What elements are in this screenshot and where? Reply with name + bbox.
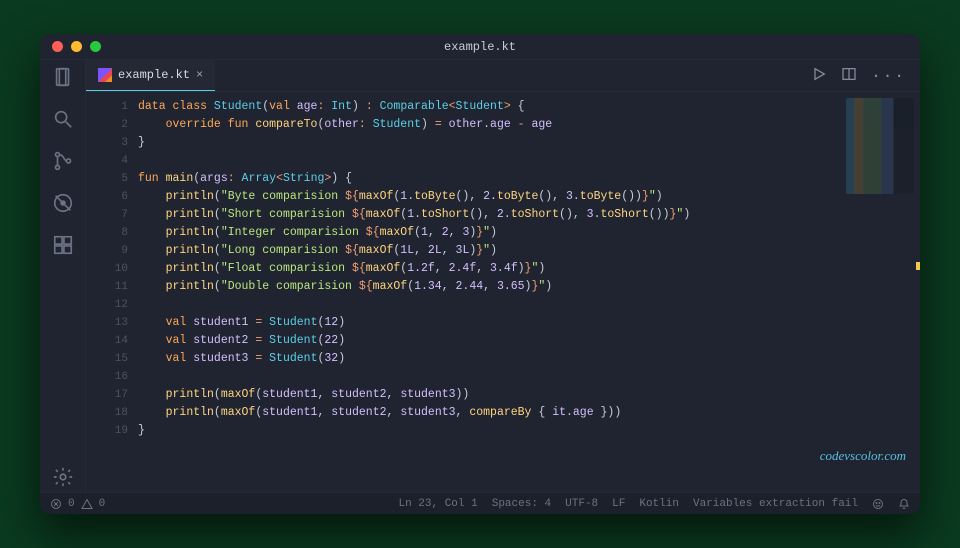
zoom-window-button[interactable] (90, 41, 101, 52)
more-actions-icon[interactable]: ··· (871, 68, 906, 84)
eol-status[interactable]: LF (612, 498, 625, 510)
error-icon (50, 498, 62, 510)
warning-icon (81, 498, 93, 510)
feedback-icon[interactable] (872, 498, 884, 510)
close-icon[interactable]: × (196, 68, 203, 82)
activity-bar (40, 60, 86, 492)
notifications-icon[interactable] (898, 498, 910, 510)
minimize-window-button[interactable] (71, 41, 82, 52)
status-bar: 0 0 Ln 23, Col 1 Spaces: 4 UTF-8 LF Kotl… (40, 492, 920, 514)
language-status[interactable]: Kotlin (639, 498, 679, 510)
overview-ruler-marker (916, 262, 920, 270)
minimap[interactable] (846, 98, 914, 194)
cursor-position[interactable]: Ln 23, Col 1 (399, 498, 478, 510)
explorer-icon[interactable] (52, 66, 74, 92)
extensions-icon[interactable] (52, 234, 74, 260)
code-content[interactable]: data class Student(val age: Int) : Compa… (138, 92, 920, 492)
split-editor-icon[interactable] (841, 66, 857, 86)
code-editor[interactable]: 1 2 3 4 5 6 7 8 9 10 11 12 13 14 15 16 1… (86, 92, 920, 492)
warning-count: 0 (99, 498, 106, 510)
run-icon[interactable] (811, 66, 827, 86)
line-gutter: 1 2 3 4 5 6 7 8 9 10 11 12 13 14 15 16 1… (86, 92, 138, 492)
close-window-button[interactable] (52, 41, 63, 52)
tabs: example.kt × ··· (86, 60, 920, 92)
indentation-status[interactable]: Spaces: 4 (492, 498, 551, 510)
watermark: codevscolor.com (820, 448, 906, 464)
error-count: 0 (68, 498, 75, 510)
encoding-status[interactable]: UTF-8 (565, 498, 598, 510)
window-controls (40, 41, 101, 52)
window-title: example.kt (444, 40, 516, 54)
source-control-icon[interactable] (52, 150, 74, 176)
extension-status[interactable]: Variables extraction fail (693, 498, 858, 510)
search-icon[interactable] (52, 108, 74, 134)
tab-label: example.kt (118, 68, 190, 82)
editor-window: example.kt example.kt × (40, 34, 920, 514)
tab-example-kt[interactable]: example.kt × (86, 60, 215, 91)
editor-actions: ··· (811, 60, 920, 91)
titlebar: example.kt (40, 34, 920, 60)
settings-icon[interactable] (52, 466, 74, 492)
kotlin-icon (98, 68, 112, 82)
debug-icon[interactable] (52, 192, 74, 218)
editor-area: example.kt × ··· 1 2 3 4 5 6 7 8 9 10 11… (86, 60, 920, 492)
problems-status[interactable]: 0 0 (50, 498, 105, 510)
